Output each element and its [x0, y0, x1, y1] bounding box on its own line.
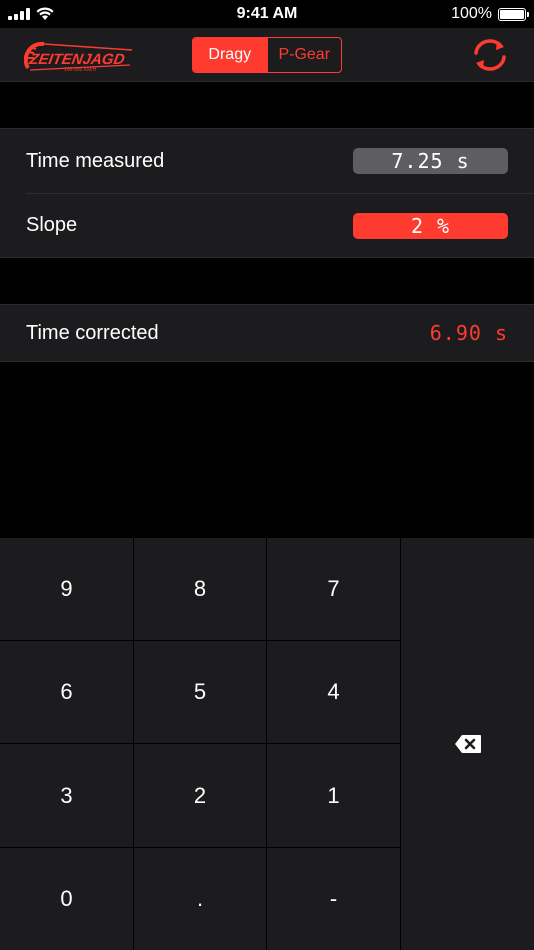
key-decimal[interactable]: .	[134, 847, 267, 950]
time-measured-row[interactable]: Time measured 7.25 s	[0, 129, 534, 193]
nav-bar: ZEITENJAGD 100-200 KM/H Dragy P-Gear	[0, 28, 534, 82]
segment-dragy[interactable]: Dragy	[193, 38, 267, 72]
status-right: 100%	[451, 5, 529, 23]
time-corrected-value: 6.90 s	[429, 321, 508, 345]
logo-subtext: 100-200 KM/H	[64, 67, 97, 73]
key-2[interactable]: 2	[134, 743, 267, 847]
result-section: Time corrected 6.90 s	[0, 304, 534, 362]
slope-row[interactable]: Slope 2 %	[26, 193, 534, 257]
backspace-button[interactable]	[401, 537, 534, 950]
time-corrected-label: Time corrected	[26, 321, 159, 344]
key-9[interactable]: 9	[0, 537, 134, 640]
refresh-icon[interactable]	[470, 37, 510, 73]
key-3[interactable]: 3	[0, 743, 134, 847]
measurement-section: Time measured 7.25 s Slope 2 %	[0, 128, 534, 258]
numeric-keypad: 9 8 7 6 5 4 3 2 1 0 . -	[0, 537, 534, 950]
battery-icon	[498, 7, 529, 21]
key-5[interactable]: 5	[134, 640, 267, 743]
key-8[interactable]: 8	[134, 537, 267, 640]
slope-label: Slope	[26, 214, 78, 236]
zeitenjagd-logo: ZEITENJAGD 100-200 KM/H	[24, 41, 133, 73]
key-minus[interactable]: -	[267, 847, 401, 950]
slope-value[interactable]: 2 %	[353, 213, 508, 239]
key-0[interactable]: 0	[0, 847, 134, 950]
status-bar: 9:41 AM 100%	[0, 0, 534, 28]
segment-p-gear[interactable]: P-Gear	[266, 38, 342, 72]
time-corrected-row: Time corrected 6.90 s	[0, 305, 534, 361]
key-4[interactable]: 4	[267, 640, 401, 743]
backspace-icon	[454, 735, 481, 753]
time-measured-label: Time measured	[26, 149, 165, 172]
time-measured-value[interactable]: 7.25 s	[353, 148, 508, 174]
key-6[interactable]: 6	[0, 640, 134, 743]
mode-segmented-control[interactable]: Dragy P-Gear	[192, 37, 342, 73]
key-7[interactable]: 7	[267, 537, 401, 640]
battery-percent: 100%	[451, 5, 492, 22]
key-1[interactable]: 1	[267, 743, 401, 847]
